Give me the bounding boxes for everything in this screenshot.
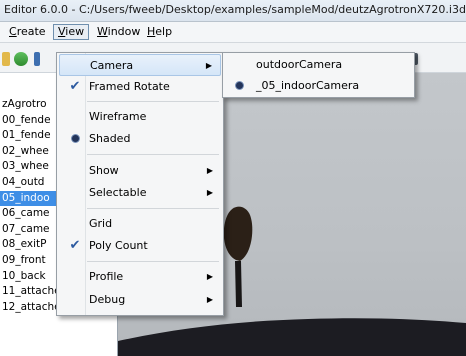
- object-stem: [235, 261, 242, 307]
- camera-submenu-item-label: outdoorCamera: [256, 58, 343, 71]
- view-menu-item-label: Wireframe: [89, 110, 147, 123]
- menu-create-label: reate: [16, 25, 46, 38]
- menu-separator: [87, 101, 219, 102]
- view-menu-item-profile[interactable]: Profile ▶: [59, 266, 221, 288]
- menu-create[interactable]: Create: [5, 25, 50, 41]
- menu-window[interactable]: Window: [93, 25, 144, 41]
- view-menu-item-framed-rotate[interactable]: ✔ Framed Rotate: [59, 76, 221, 98]
- menu-separator: [87, 261, 219, 262]
- submenu-arrow-icon: ▶: [206, 166, 213, 175]
- camera-submenu: outdoorCamera _05_indoorCamera: [222, 52, 415, 98]
- radio-dot-icon: [231, 76, 247, 96]
- menu-window-label: indow: [107, 25, 141, 38]
- menu-create-mnemonic: C: [9, 25, 17, 38]
- view-menu-item-shaded[interactable]: Shaded: [59, 128, 221, 150]
- new-icon[interactable]: [2, 52, 10, 66]
- menu-help[interactable]: Help: [143, 25, 176, 41]
- camera-submenu-item-outdoor[interactable]: outdoorCamera: [225, 55, 412, 75]
- submenu-arrow-icon: ▶: [205, 61, 212, 70]
- menu-window-mnemonic: W: [97, 25, 108, 38]
- view-menu-item-label: Camera: [90, 59, 134, 72]
- view-menu-item-grid[interactable]: Grid: [59, 213, 221, 235]
- view-menu-dropdown: Camera ▶ ✔ Framed Rotate Wireframe Shade…: [56, 52, 224, 316]
- object-knob: [223, 206, 253, 261]
- menu-bar: Create View Window Help: [0, 22, 466, 43]
- camera-submenu-item-label: _05_indoorCamera: [256, 79, 360, 92]
- save-icon[interactable]: [34, 52, 40, 66]
- view-menu-item-selectable[interactable]: Selectable ▶: [59, 182, 221, 204]
- submenu-arrow-icon: ▶: [206, 272, 213, 281]
- window-title-bar: Editor 6.0.0 - C:/Users/fweeb/Desktop/ex…: [0, 0, 466, 22]
- view-menu-item-label: Debug: [89, 293, 126, 306]
- view-menu-item-label: Profile: [89, 270, 124, 283]
- submenu-arrow-icon: ▶: [206, 188, 213, 197]
- ground-object: [118, 318, 466, 356]
- view-menu-item-label: Poly Count: [89, 239, 148, 252]
- view-menu-item-label: Show: [89, 164, 119, 177]
- view-menu-item-label: Selectable: [89, 186, 147, 199]
- menu-help-label: elp: [155, 25, 173, 38]
- checkmark-icon: ✔: [69, 79, 81, 94]
- view-menu-item-debug[interactable]: Debug ▶: [59, 289, 221, 311]
- submenu-arrow-icon: ▶: [206, 295, 213, 304]
- view-menu-item-label: Grid: [89, 217, 113, 230]
- view-menu-item-label: Framed Rotate: [89, 80, 170, 93]
- view-menu-item-label: Shaded: [89, 132, 131, 145]
- view-menu-item-wireframe[interactable]: Wireframe: [59, 106, 221, 128]
- window-title: Editor 6.0.0 - C:/Users/fweeb/Desktop/ex…: [4, 3, 466, 16]
- menu-separator: [87, 154, 219, 155]
- menu-view[interactable]: View: [53, 24, 90, 40]
- view-menu-item-poly-count[interactable]: ✔ Poly Count: [59, 235, 221, 257]
- radio-dot-icon: [67, 128, 83, 150]
- view-menu-item-show[interactable]: Show ▶: [59, 160, 221, 182]
- refresh-icon[interactable]: [14, 52, 28, 66]
- menu-separator: [87, 208, 219, 209]
- view-menu-item-camera[interactable]: Camera ▶: [59, 54, 221, 76]
- menu-view-label: iew: [65, 25, 85, 38]
- checkmark-icon: ✔: [69, 238, 81, 253]
- camera-submenu-item-indoor[interactable]: _05_indoorCamera: [225, 76, 412, 96]
